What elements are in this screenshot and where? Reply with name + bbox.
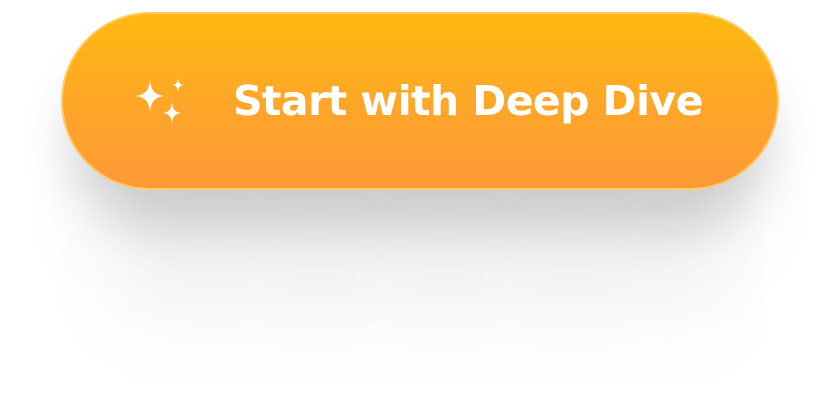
start-deep-dive-button[interactable]: Start with Deep Dive [61,12,779,190]
sparkles-icon [136,78,184,124]
button-label: Start with Deep Dive [233,77,703,125]
canvas: Start with Deep Dive [0,0,840,402]
